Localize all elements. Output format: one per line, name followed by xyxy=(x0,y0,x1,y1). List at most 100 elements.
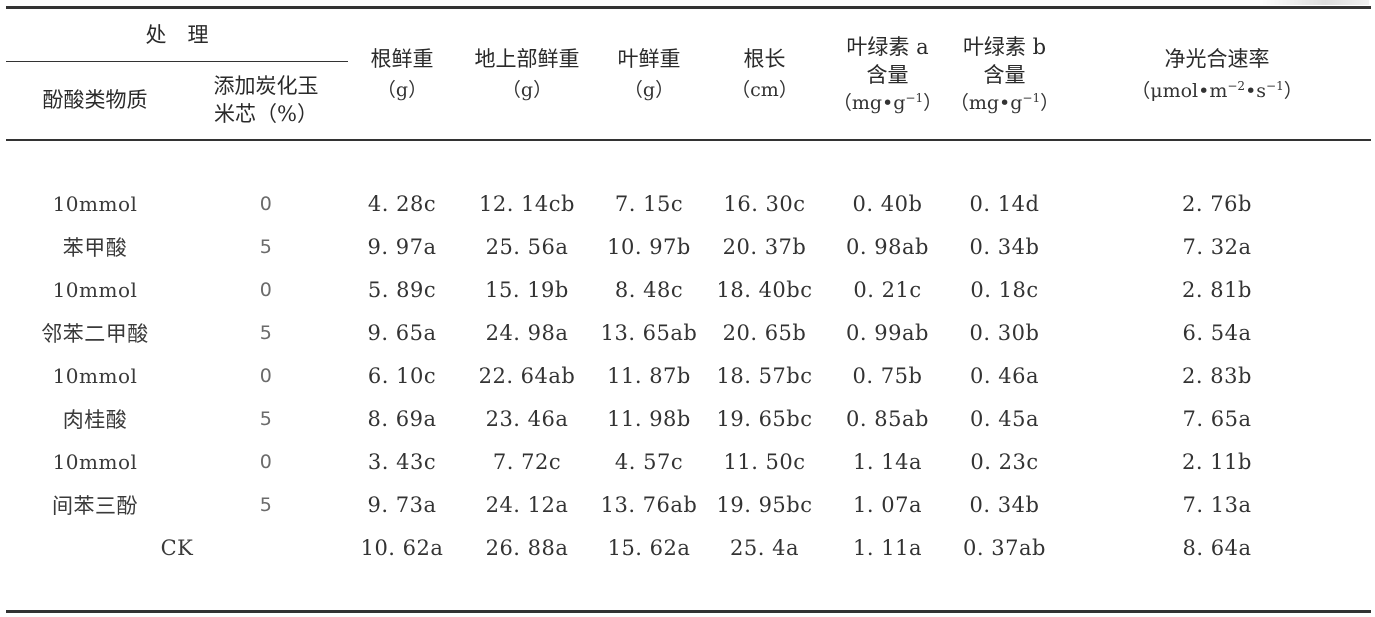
col-header-root-fresh-weight: 根鲜重 （g） xyxy=(370,47,434,102)
table-row: 间苯三酚 5 9. 73a 24. 12a 13. 76ab 19. 95bc 1. 07a… xyxy=(6,483,1371,526)
value-cell: 12. 14cb xyxy=(479,191,575,216)
col-header-shoot-fresh-weight: 地上部鲜重 （g） xyxy=(474,47,580,102)
col-header-chlorophyll-a: 叶绿素 a 含量 （mg•g−1） xyxy=(832,34,943,115)
document-page: 处 理 根鲜重 （g） 地上部鲜重 （g） 叶鲜重 （g） 根长 （cm） 叶绿… xyxy=(0,0,1375,617)
value-cell: 10. 97b xyxy=(607,234,691,259)
value-cell: 25. 4a xyxy=(730,535,799,560)
value-cell: 2. 83b xyxy=(1182,363,1252,388)
biochar-percent: 5 xyxy=(259,493,273,516)
col-header-leaf-fresh-weight: 叶鲜重 （g） xyxy=(617,47,681,102)
value-cell: 7. 65a xyxy=(1182,406,1252,431)
value-cell: 25. 56a xyxy=(485,234,569,259)
biochar-percent: 0 xyxy=(259,364,273,387)
value-cell: 6. 54a xyxy=(1182,320,1252,345)
value-cell: 0. 34b xyxy=(969,492,1040,517)
biochar-percent: 5 xyxy=(259,407,273,430)
value-cell: 10. 62a xyxy=(360,535,444,560)
value-cell: 1. 07a xyxy=(853,492,922,517)
phenolic-header: 酚酸类物质 xyxy=(42,87,148,112)
value-cell: 15. 62a xyxy=(607,535,691,560)
value-cell: 22. 64ab xyxy=(478,363,576,388)
value-cell: 0. 14d xyxy=(969,191,1040,216)
value-cell: 8. 69a xyxy=(367,406,437,431)
treatment-header: 处 理 xyxy=(145,23,209,48)
header-row-1: 处 理 根鲜重 （g） 地上部鲜重 （g） 叶鲜重 （g） 根长 （cm） 叶绿… xyxy=(6,10,1371,114)
value-cell: 1. 11a xyxy=(853,535,922,560)
value-cell: 0. 75b xyxy=(852,363,923,388)
phenolic-name: 肉桂酸 xyxy=(62,407,128,432)
value-cell: 6. 10c xyxy=(367,363,437,388)
table-body: 10mmol 0 4. 28c 12. 14cb 7. 15c 16. 30c 0. 40b… xyxy=(6,139,1371,569)
value-cell: 0. 46a xyxy=(970,363,1039,388)
concentration-label: 10mmol xyxy=(52,449,138,474)
table-row: 肉桂酸 5 8. 69a 23. 46a 11. 98b 19. 65bc 0. 85ab 0… xyxy=(6,397,1371,440)
value-cell: 7. 32a xyxy=(1182,234,1252,259)
value-cell: 0. 21c xyxy=(853,277,922,302)
biochar-percent: 0 xyxy=(259,192,273,215)
value-cell: 9. 97a xyxy=(367,234,437,259)
biochar-percent: 5 xyxy=(259,235,273,258)
control-row: CK 10. 62a 26. 88a 15. 62a 25. 4a 1. 11a 0. 37… xyxy=(6,526,1371,569)
value-cell: 0. 85ab xyxy=(846,406,929,431)
value-cell: 0. 40b xyxy=(852,191,923,216)
value-cell: 4. 28c xyxy=(367,191,437,216)
value-cell: 8. 64a xyxy=(1182,535,1252,560)
value-cell: 4. 57c xyxy=(614,449,684,474)
table-row: 10mmol 0 4. 28c 12. 14cb 7. 15c 16. 30c 0. 40b… xyxy=(6,182,1371,225)
value-cell: 18. 57bc xyxy=(716,363,813,388)
value-cell: 7. 15c xyxy=(614,191,684,216)
value-cell: 0. 34b xyxy=(969,234,1040,259)
value-cell: 24. 12a xyxy=(485,492,569,517)
table-row: 10mmol 0 3. 43c 7. 72c 4. 57c 11. 50c 1. 14a 0.… xyxy=(6,440,1371,483)
table-row: 10mmol 0 5. 89c 15. 19b 8. 48c 18. 40bc 0. 21c… xyxy=(6,268,1371,311)
value-cell: 0. 18c xyxy=(970,277,1039,302)
value-cell: 9. 65a xyxy=(367,320,437,345)
value-cell: 2. 81b xyxy=(1182,277,1252,302)
value-cell: 13. 76ab xyxy=(600,492,698,517)
biochar-percent: 0 xyxy=(259,450,273,473)
value-cell: 5. 89c xyxy=(367,277,437,302)
phenolic-name: 邻苯二甲酸 xyxy=(41,321,149,346)
table-row: 邻苯二甲酸 5 9. 65a 24. 98a 13. 65ab 20. 65b 0. 99a… xyxy=(6,311,1371,354)
value-cell: 16. 30c xyxy=(723,191,806,216)
value-cell: 7. 13a xyxy=(1182,492,1252,517)
value-cell: 26. 88a xyxy=(485,535,569,560)
concentration-label: 10mmol xyxy=(52,191,138,216)
table-row: 10mmol 0 6. 10c 22. 64ab 11. 87b 18. 57bc 0. 7… xyxy=(6,354,1371,397)
value-cell: 0. 37ab xyxy=(963,535,1046,560)
value-cell: 2. 11b xyxy=(1182,449,1252,474)
value-cell: 1. 14a xyxy=(853,449,922,474)
value-cell: 15. 19b xyxy=(485,277,569,302)
col-header-net-photosynthesis: 净光合速率 （μmol•m−2•s−1） xyxy=(1131,46,1303,102)
table-top-rule xyxy=(6,6,1371,9)
control-label: CK xyxy=(160,535,194,560)
value-cell: 0. 30b xyxy=(969,320,1040,345)
concentration-label: 10mmol xyxy=(52,277,138,302)
value-cell: 19. 65bc xyxy=(716,406,813,431)
value-cell: 0. 23c xyxy=(970,449,1039,474)
value-cell: 2. 76b xyxy=(1182,191,1252,216)
value-cell: 11. 98b xyxy=(607,406,691,431)
value-cell: 23. 46a xyxy=(485,406,569,431)
value-cell: 20. 65b xyxy=(722,320,807,345)
value-cell: 3. 43c xyxy=(367,449,437,474)
biochar-header: 添加炭化玉 米芯（%） xyxy=(213,73,319,126)
value-cell: 0. 98ab xyxy=(846,234,929,259)
biochar-percent: 5 xyxy=(259,321,273,344)
value-cell: 7. 72c xyxy=(492,449,562,474)
biochar-percent: 0 xyxy=(259,278,273,301)
phenolic-name: 间苯三酚 xyxy=(52,493,138,518)
value-cell: 11. 87b xyxy=(607,363,691,388)
table-bottom-rule xyxy=(6,610,1371,613)
scan-artifact xyxy=(1259,0,1369,5)
value-cell: 20. 37b xyxy=(722,234,807,259)
value-cell: 9. 73a xyxy=(367,492,437,517)
data-table: 处 理 根鲜重 （g） 地上部鲜重 （g） 叶鲜重 （g） 根长 （cm） 叶绿… xyxy=(6,10,1371,569)
col-header-chlorophyll-b: 叶绿素 b 含量 （mg•g−1） xyxy=(949,34,1060,115)
value-cell: 8. 48c xyxy=(614,277,684,302)
concentration-label: 10mmol xyxy=(52,363,138,388)
value-cell: 13. 65ab xyxy=(600,320,698,345)
value-cell: 0. 99ab xyxy=(846,320,929,345)
value-cell: 18. 40bc xyxy=(716,277,813,302)
table-row: 苯甲酸 5 9. 97a 25. 56a 10. 97b 20. 37b 0. 98ab 0.… xyxy=(6,225,1371,268)
